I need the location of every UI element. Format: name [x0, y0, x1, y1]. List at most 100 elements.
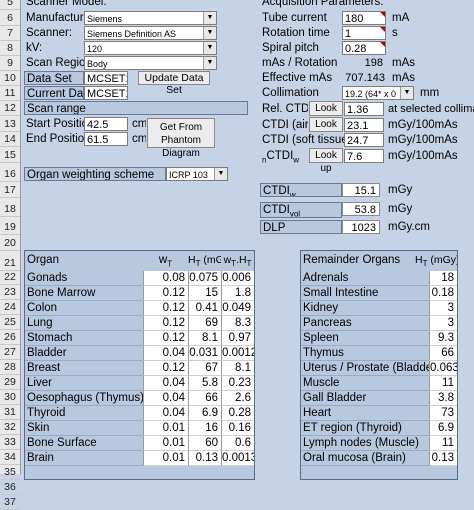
row-number[interactable]: 30 [0, 390, 20, 405]
remainder-ht-cell: 11 [429, 376, 457, 391]
collimation-select[interactable]: 19.2 (64* x 0 ▼ [342, 86, 414, 100]
wt-ht-cell: 1.8 [221, 286, 254, 301]
chevron-down-icon[interactable]: ▼ [400, 87, 413, 99]
chevron-down-icon[interactable]: ▼ [203, 27, 216, 39]
row-number[interactable]: 12 [0, 101, 20, 116]
row-number[interactable]: 34 [0, 450, 20, 465]
row-number[interactable]: 36 [0, 480, 20, 495]
row-number[interactable]: 26 [0, 330, 20, 345]
ht-cell: 8.1 [188, 331, 221, 346]
table-row: Stomach 0.12 8.1 0.97 [25, 331, 254, 346]
wt-cell: 0.12 [143, 301, 188, 316]
row-number[interactable]: 5 [0, 0, 20, 10]
remainder-ht-column-header: HT (mGy) [415, 254, 457, 269]
table-row: Bone Marrow 0.12 15 1.8 [25, 286, 254, 301]
row-number[interactable]: 31 [0, 405, 20, 420]
row-number[interactable]: 27 [0, 345, 20, 360]
row-number[interactable]: 25 [0, 315, 20, 330]
chevron-down-icon[interactable]: ▼ [214, 168, 227, 180]
chevron-down-icon[interactable]: ▼ [203, 42, 216, 54]
scanner-select[interactable]: Siemens Definition AS ▼ [84, 26, 217, 40]
ctdi-air-field[interactable]: 23.1 [344, 118, 384, 132]
wt-ht-cell: 0.049 [221, 301, 254, 316]
tube-current-field[interactable]: 180 [342, 11, 386, 25]
row-number[interactable]: 11 [0, 86, 20, 101]
ctdi-soft-tissue-field[interactable]: 24.7 [344, 133, 384, 147]
wt-ht-cell: 0.16 [221, 421, 254, 436]
get-from-phantom-diagram-button[interactable]: Get From Phantom Diagram [147, 118, 215, 159]
scan-range-heading: Scan range [24, 101, 248, 115]
remainder-ht-cell: 9.3 [429, 331, 457, 346]
end-position-field[interactable]: 61.5 [84, 132, 128, 146]
ht-cell: 66 [188, 391, 221, 406]
row-number[interactable]: 10 [0, 71, 20, 86]
manufacturer-value: Siemens [87, 14, 123, 24]
start-position-field[interactable]: 42.5 [84, 117, 128, 131]
rotation-time-field[interactable]: 1 [342, 26, 386, 40]
row-number[interactable]: 20 [0, 236, 20, 251]
ctdi-air-unit: mGy/100mAs [386, 118, 472, 132]
chevron-down-icon[interactable]: ▼ [203, 57, 216, 69]
row-number[interactable]: 32 [0, 420, 20, 435]
row-number[interactable]: 6 [0, 11, 20, 26]
row-number[interactable]: 24 [0, 300, 20, 315]
row-number[interactable]: 7 [0, 26, 20, 41]
wt-cell: 0.01 [143, 436, 188, 451]
row-number[interactable]: 9 [0, 56, 20, 71]
ctdivol-label: CTDIvol [260, 202, 342, 218]
organ-name-cell: Skin [25, 421, 143, 436]
row-number[interactable]: 29 [0, 375, 20, 390]
row-number[interactable]: 15 [0, 148, 20, 163]
update-data-set-button[interactable]: Update Data Set [138, 71, 210, 96]
remainder-organ-name-cell: Adrenals [301, 271, 429, 286]
rel-ctdi-lookup-button[interactable]: Look up [309, 101, 343, 127]
row-number[interactable]: 35 [0, 465, 20, 480]
row-number[interactable]: 19 [0, 220, 20, 235]
data-set-field[interactable]: MCSET15 [84, 71, 128, 85]
row-number[interactable]: 13 [0, 117, 20, 132]
manufacturer-select[interactable]: Siemens ▼ [84, 11, 217, 25]
organ-name-cell: Stomach [25, 331, 143, 346]
kv-label: kV: [24, 41, 84, 55]
spiral-pitch-value: 0.28 [345, 43, 367, 55]
row-number[interactable]: 18 [0, 202, 20, 217]
organ-weighting-select[interactable]: ICRP 103 ▼ [166, 167, 228, 181]
table-row: Liver 0.04 5.8 0.23 [25, 376, 254, 391]
row-number[interactable]: 33 [0, 435, 20, 450]
wt-cell: 0.12 [143, 361, 188, 376]
kv-select[interactable]: 120 ▼ [84, 41, 217, 55]
row-number[interactable]: 17 [0, 183, 20, 198]
collimation-label: Collimation [260, 86, 342, 100]
ht-cell: 69 [188, 316, 221, 331]
ctdi-soft-tissue-unit: mGy/100mAs [386, 133, 472, 147]
wt-cell: 0.04 [143, 376, 188, 391]
row-number[interactable]: 22 [0, 270, 20, 285]
remainder-table-header: Remainder Organs HT (mGy) [301, 251, 457, 269]
wt-ht-cell: 0.0012 [221, 346, 254, 361]
row-number[interactable]: 37 [0, 495, 20, 510]
row-number[interactable]: 14 [0, 132, 20, 147]
ht-cell: 0.031 [188, 346, 221, 361]
remainder-organ-name-cell: Kidney [301, 301, 429, 316]
row-number[interactable]: 28 [0, 360, 20, 375]
scan-region-label: Scan Region: [24, 56, 84, 70]
chevron-down-icon[interactable]: ▼ [203, 12, 216, 24]
ctdiw-unit: mGy [386, 183, 426, 197]
ctdi-air-lookup-button[interactable]: Look up [309, 117, 343, 143]
ht-cell: 0.075 [188, 271, 221, 286]
nctdiw-lookup-button[interactable]: Look up [309, 148, 343, 174]
rel-ctdi-field[interactable]: 1.36 [344, 102, 384, 116]
table-row: Pancreas 3 [301, 316, 457, 331]
row-number[interactable]: 8 [0, 41, 20, 56]
nctdiw-field[interactable]: 7.6 [344, 149, 384, 163]
row-number[interactable]: 16 [0, 167, 20, 182]
spiral-pitch-field[interactable]: 0.28 [342, 41, 386, 55]
remainder-ht-cell: 66 [429, 346, 457, 361]
wt-ht-cell: 8.1 [221, 361, 254, 376]
effective-mas-unit: mAs [390, 71, 420, 85]
scan-region-select[interactable]: Body ▼ [84, 56, 217, 70]
comment-marker-icon [380, 12, 385, 17]
remainder-ht-cell: 3.8 [429, 391, 457, 406]
row-number[interactable]: 23 [0, 285, 20, 300]
row-number[interactable]: 21 [0, 256, 20, 271]
